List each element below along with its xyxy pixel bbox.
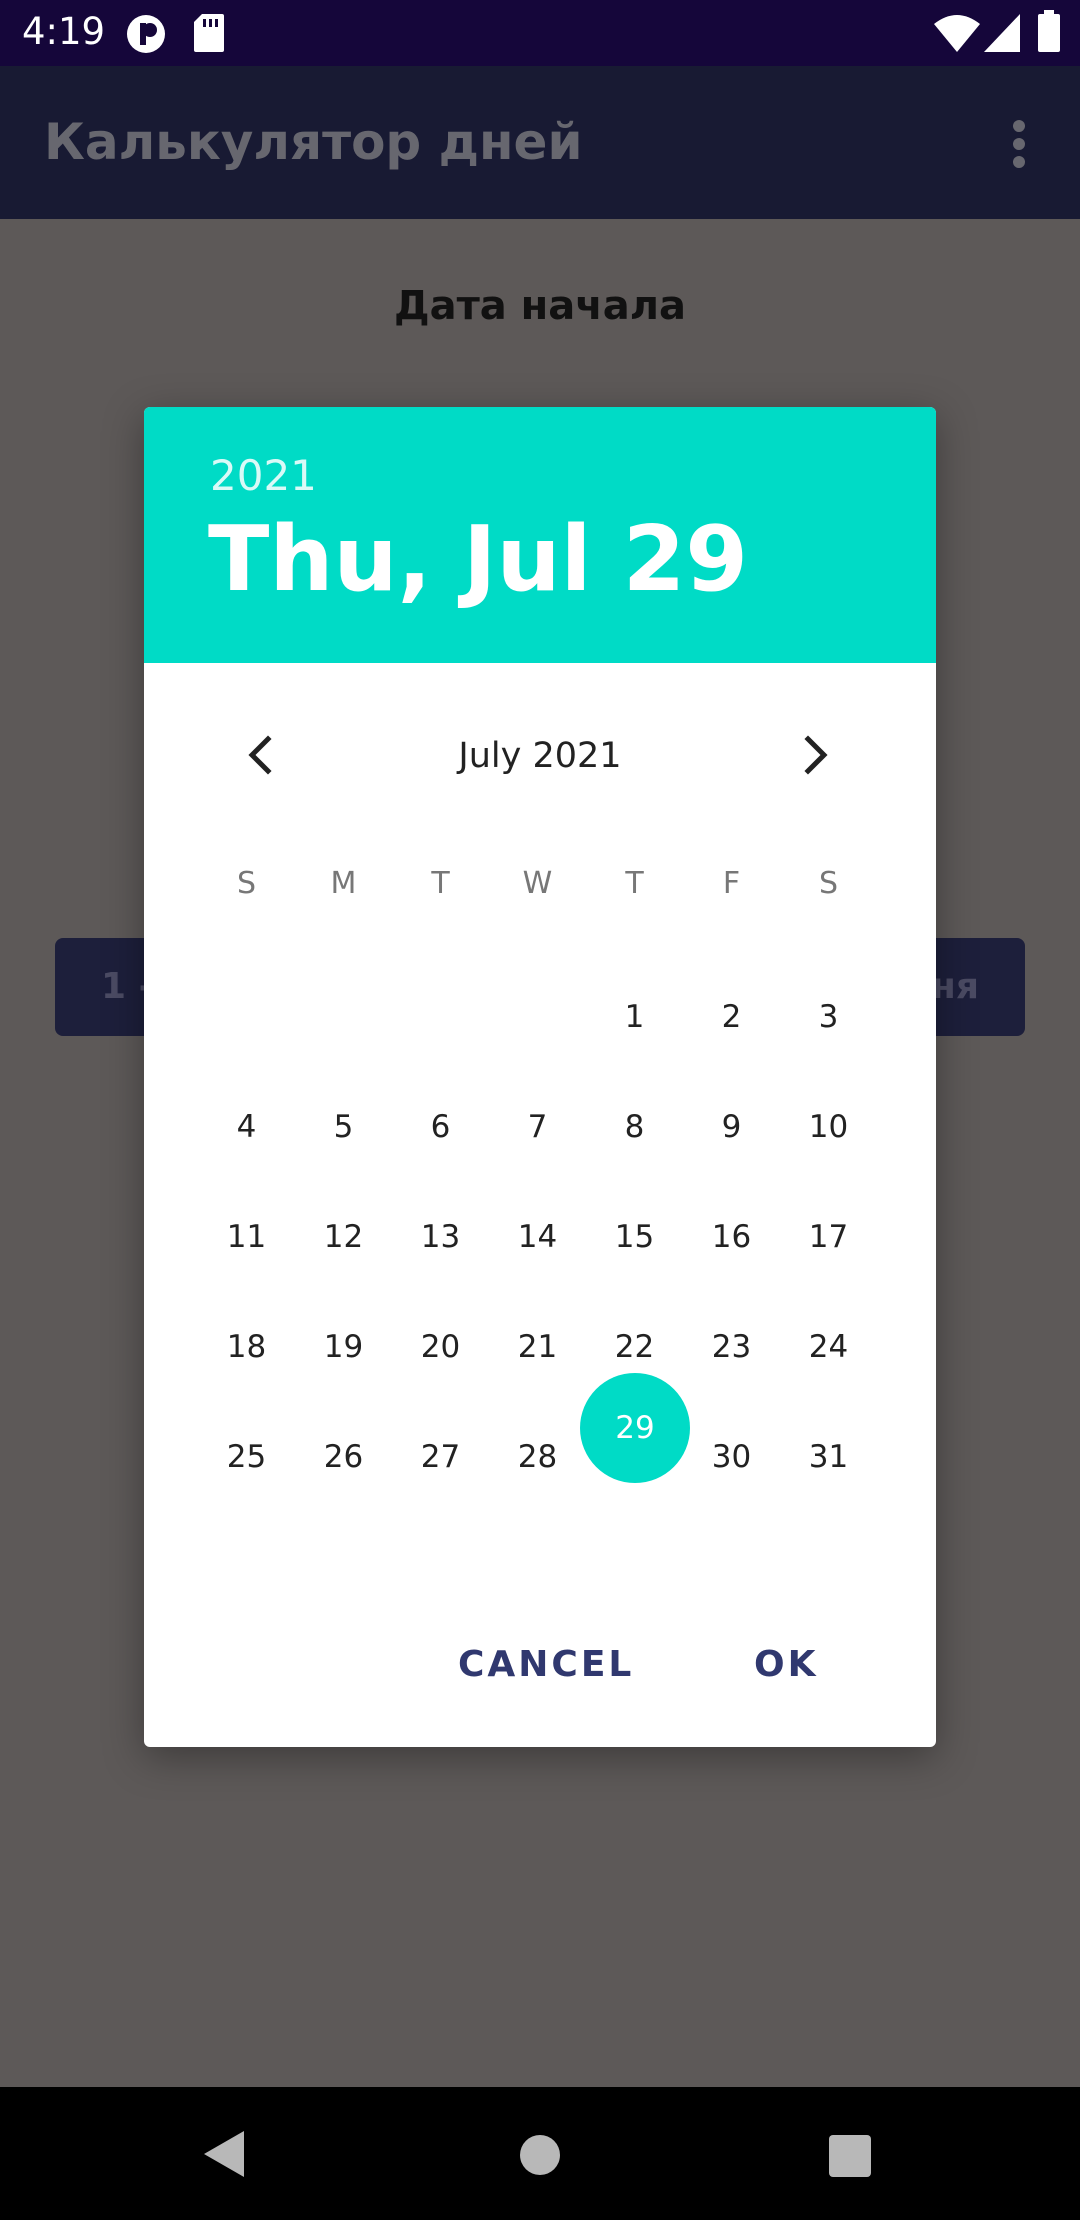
status-bar: 4:19: [0, 0, 1080, 66]
calendar-day[interactable]: 2: [683, 987, 780, 1047]
wifi-icon: [934, 15, 980, 52]
calendar-day[interactable]: 27: [392, 1427, 489, 1487]
calendar-day[interactable]: 1: [586, 987, 683, 1047]
calendar-day[interactable]: 28: [489, 1427, 586, 1487]
calendar-day[interactable]: 20: [392, 1317, 489, 1377]
navigation-bar: [0, 2087, 1080, 2220]
calendar-day[interactable]: 23: [683, 1317, 780, 1377]
calendar-day[interactable]: 22: [586, 1317, 683, 1377]
month-navigation: July 2021: [144, 663, 936, 853]
date-picker-dialog: 2021 Thu, Jul 29 July 2021 S M T W T F S…: [144, 407, 936, 1747]
chevron-right-icon[interactable]: [784, 723, 848, 787]
calendar-day[interactable]: 7: [489, 1097, 586, 1157]
home-icon[interactable]: [518, 2133, 562, 2177]
weekday-wednesday: W: [522, 866, 553, 901]
back-icon[interactable]: [200, 2129, 250, 2179]
calendar-day[interactable]: 11: [198, 1207, 295, 1267]
app-title: Калькулятор дней: [44, 113, 583, 171]
calendar-day[interactable]: 3: [780, 987, 877, 1047]
calendar-day[interactable]: 10: [780, 1097, 877, 1157]
calendar-day[interactable]: 15: [586, 1207, 683, 1267]
calendar-day[interactable]: 16: [683, 1207, 780, 1267]
weekday-friday: F: [722, 866, 741, 901]
calendar-day[interactable]: 30: [683, 1427, 780, 1487]
calendar-day[interactable]: 21: [489, 1317, 586, 1377]
calendar-day[interactable]: 18: [198, 1317, 295, 1377]
cancel-button[interactable]: CANCEL: [458, 1644, 634, 1685]
calendar-day[interactable]: 25: [198, 1427, 295, 1487]
calendar-day[interactable]: 17: [780, 1207, 877, 1267]
notification-app-icon: [127, 15, 165, 53]
calendar-day[interactable]: 9: [683, 1097, 780, 1157]
header-year[interactable]: 2021: [210, 451, 317, 500]
date-picker-header: 2021 Thu, Jul 29: [144, 407, 936, 663]
battery-icon: [1038, 10, 1060, 52]
status-time: 4:19: [22, 10, 106, 53]
calendar-day[interactable]: 14: [489, 1207, 586, 1267]
cell-signal-icon: [984, 14, 1020, 52]
calendar-day[interactable]: 12: [295, 1207, 392, 1267]
calendar-day[interactable]: 5: [295, 1097, 392, 1157]
calendar-day[interactable]: 26: [295, 1427, 392, 1487]
calendar-day[interactable]: 31: [780, 1427, 877, 1487]
weekday-sunday: S: [236, 866, 257, 901]
sd-card-icon: [194, 14, 224, 52]
weekday-tuesday: T: [431, 866, 450, 901]
app-bar: Калькулятор дней: [0, 66, 1080, 219]
calendar-day[interactable]: 4: [198, 1097, 295, 1157]
calendar-day-selected[interactable]: 29: [580, 1373, 690, 1483]
calendar-day[interactable]: 24: [780, 1317, 877, 1377]
calendar-day[interactable]: 19: [295, 1317, 392, 1377]
header-selected-date[interactable]: Thu, Jul 29: [208, 507, 748, 612]
weekday-monday: M: [330, 866, 357, 901]
overflow-menu-icon[interactable]: [1010, 120, 1028, 168]
recent-apps-icon[interactable]: [829, 2135, 871, 2177]
ok-button[interactable]: OK: [754, 1644, 819, 1685]
start-date-label: Дата начала: [393, 283, 687, 329]
calculate-button-label-right: ня: [931, 966, 979, 1007]
weekday-saturday: S: [818, 866, 839, 901]
calendar-day[interactable]: 13: [392, 1207, 489, 1267]
calendar-day[interactable]: 8: [586, 1097, 683, 1157]
calendar-day[interactable]: 6: [392, 1097, 489, 1157]
weekday-thursday: T: [625, 866, 644, 901]
